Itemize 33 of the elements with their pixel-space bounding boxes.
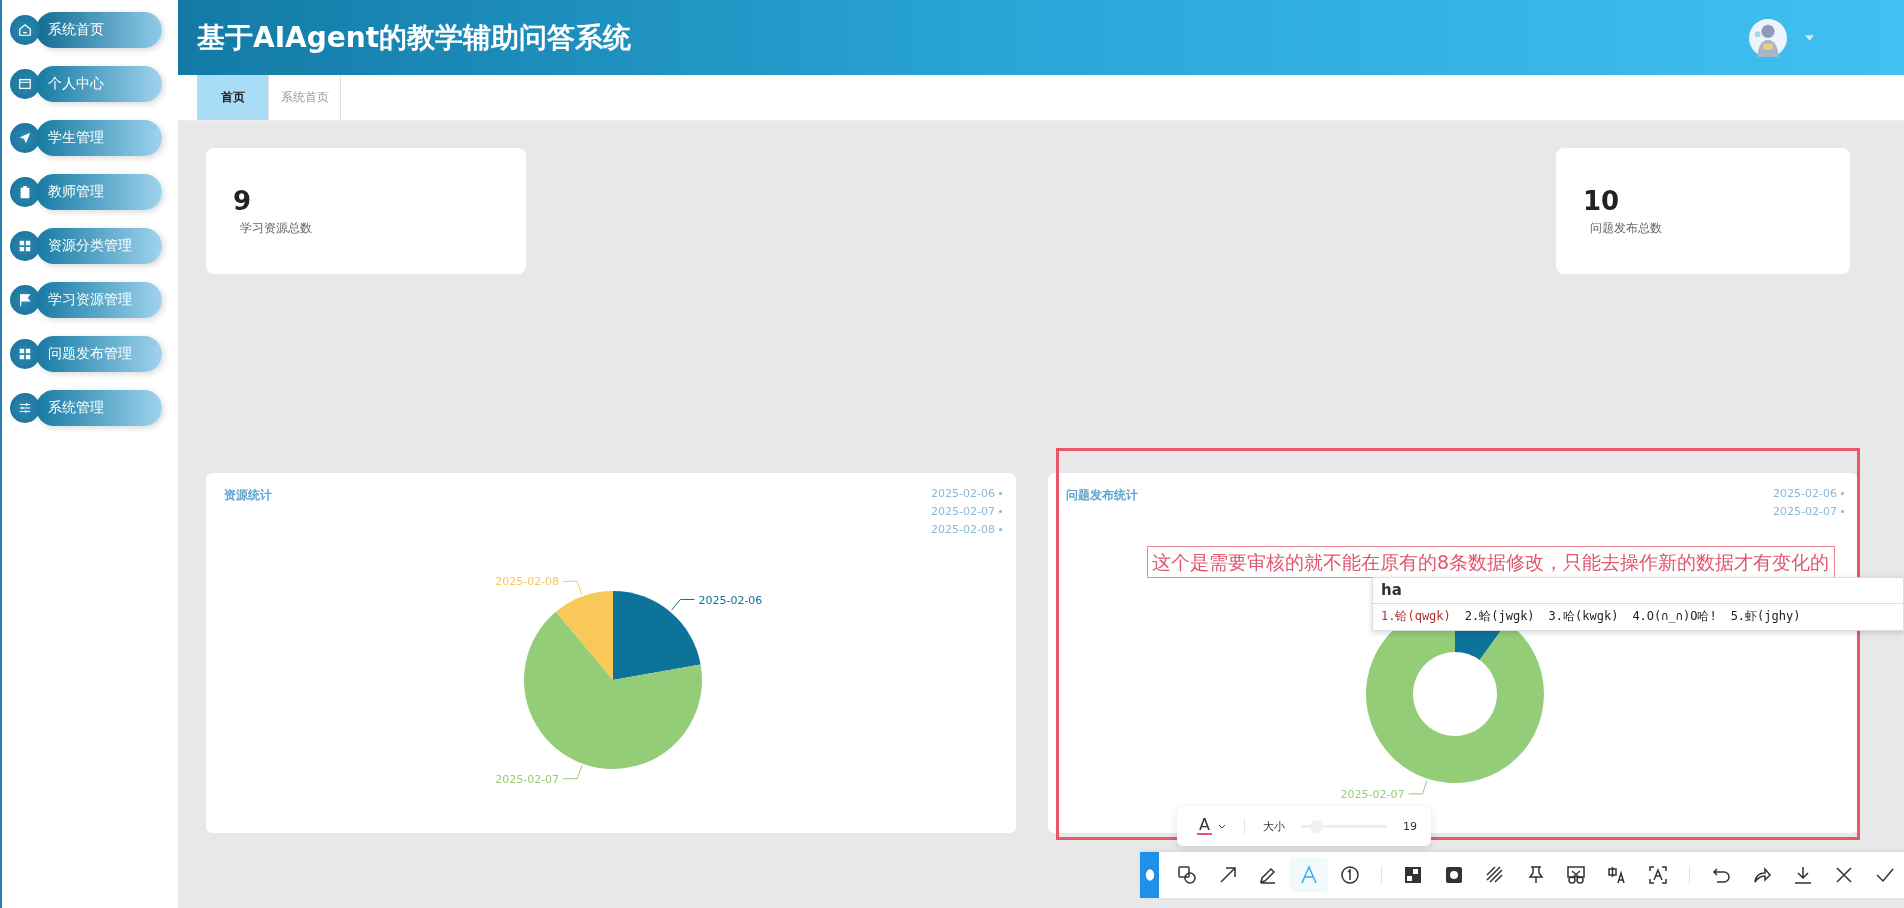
slice-label: 2025-02-07 [495, 772, 560, 786]
app-title: 基于AIAgent的教学辅助问答系统 [197, 19, 632, 56]
legend-label[interactable]: 2025-02-07 [1773, 505, 1837, 518]
ime-candidate[interactable]: 4.O(∩_∩)O哈! [1632, 608, 1717, 625]
sidebar-item[interactable]: 系统管理 [36, 390, 162, 426]
sidebar-item[interactable]: 学习资源管理 [36, 282, 162, 318]
legend-label[interactable]: 2025-02-06 [1773, 487, 1837, 500]
sidebar-item[interactable]: 学生管理 [36, 120, 162, 156]
ime-candidate[interactable]: 3.哈(kwgk) [1548, 608, 1619, 625]
chart-title: 资源统计 [224, 487, 272, 504]
slice-label: 2025-02-06 [698, 593, 763, 607]
ime-candidate[interactable]: 2.蛤(jwgk) [1464, 608, 1535, 625]
ime-candidate[interactable]: 5.虾(jghy) [1730, 608, 1801, 625]
size-value: 19 [1403, 819, 1417, 833]
stat-label: 问题发布总数 [1590, 219, 1662, 237]
stat-label: 学习资源总数 [240, 219, 312, 237]
sidebar-item[interactable]: 问题发布管理 [36, 336, 162, 372]
slice-label: 2025-02-07 [1340, 787, 1405, 801]
legend-label[interactable]: 2025-02-06 [931, 487, 995, 500]
chart-title: 问题发布统计 [1066, 487, 1138, 504]
sidebar-item[interactable]: 个人中心 [36, 66, 162, 102]
legend-label[interactable]: 2025-02-08 [931, 523, 995, 536]
sidebar-item[interactable]: 系统首页 [36, 12, 162, 48]
ime-candidate[interactable]: 1.铪(qwgk) [1381, 608, 1451, 625]
stat-value: 10 [1583, 185, 1620, 216]
tab[interactable]: 首页 [197, 75, 269, 120]
legend-label[interactable]: 2025-02-07 [931, 505, 995, 518]
sidebar-item[interactable]: 教师管理 [36, 174, 162, 210]
slice-label: 2025-02-08 [495, 575, 560, 589]
font-color-button[interactable]: A [1197, 817, 1212, 835]
stat-value: 9 [233, 185, 252, 216]
sidebar-item[interactable]: 资源分类管理 [36, 228, 162, 264]
size-label: 大小 [1262, 818, 1285, 834]
